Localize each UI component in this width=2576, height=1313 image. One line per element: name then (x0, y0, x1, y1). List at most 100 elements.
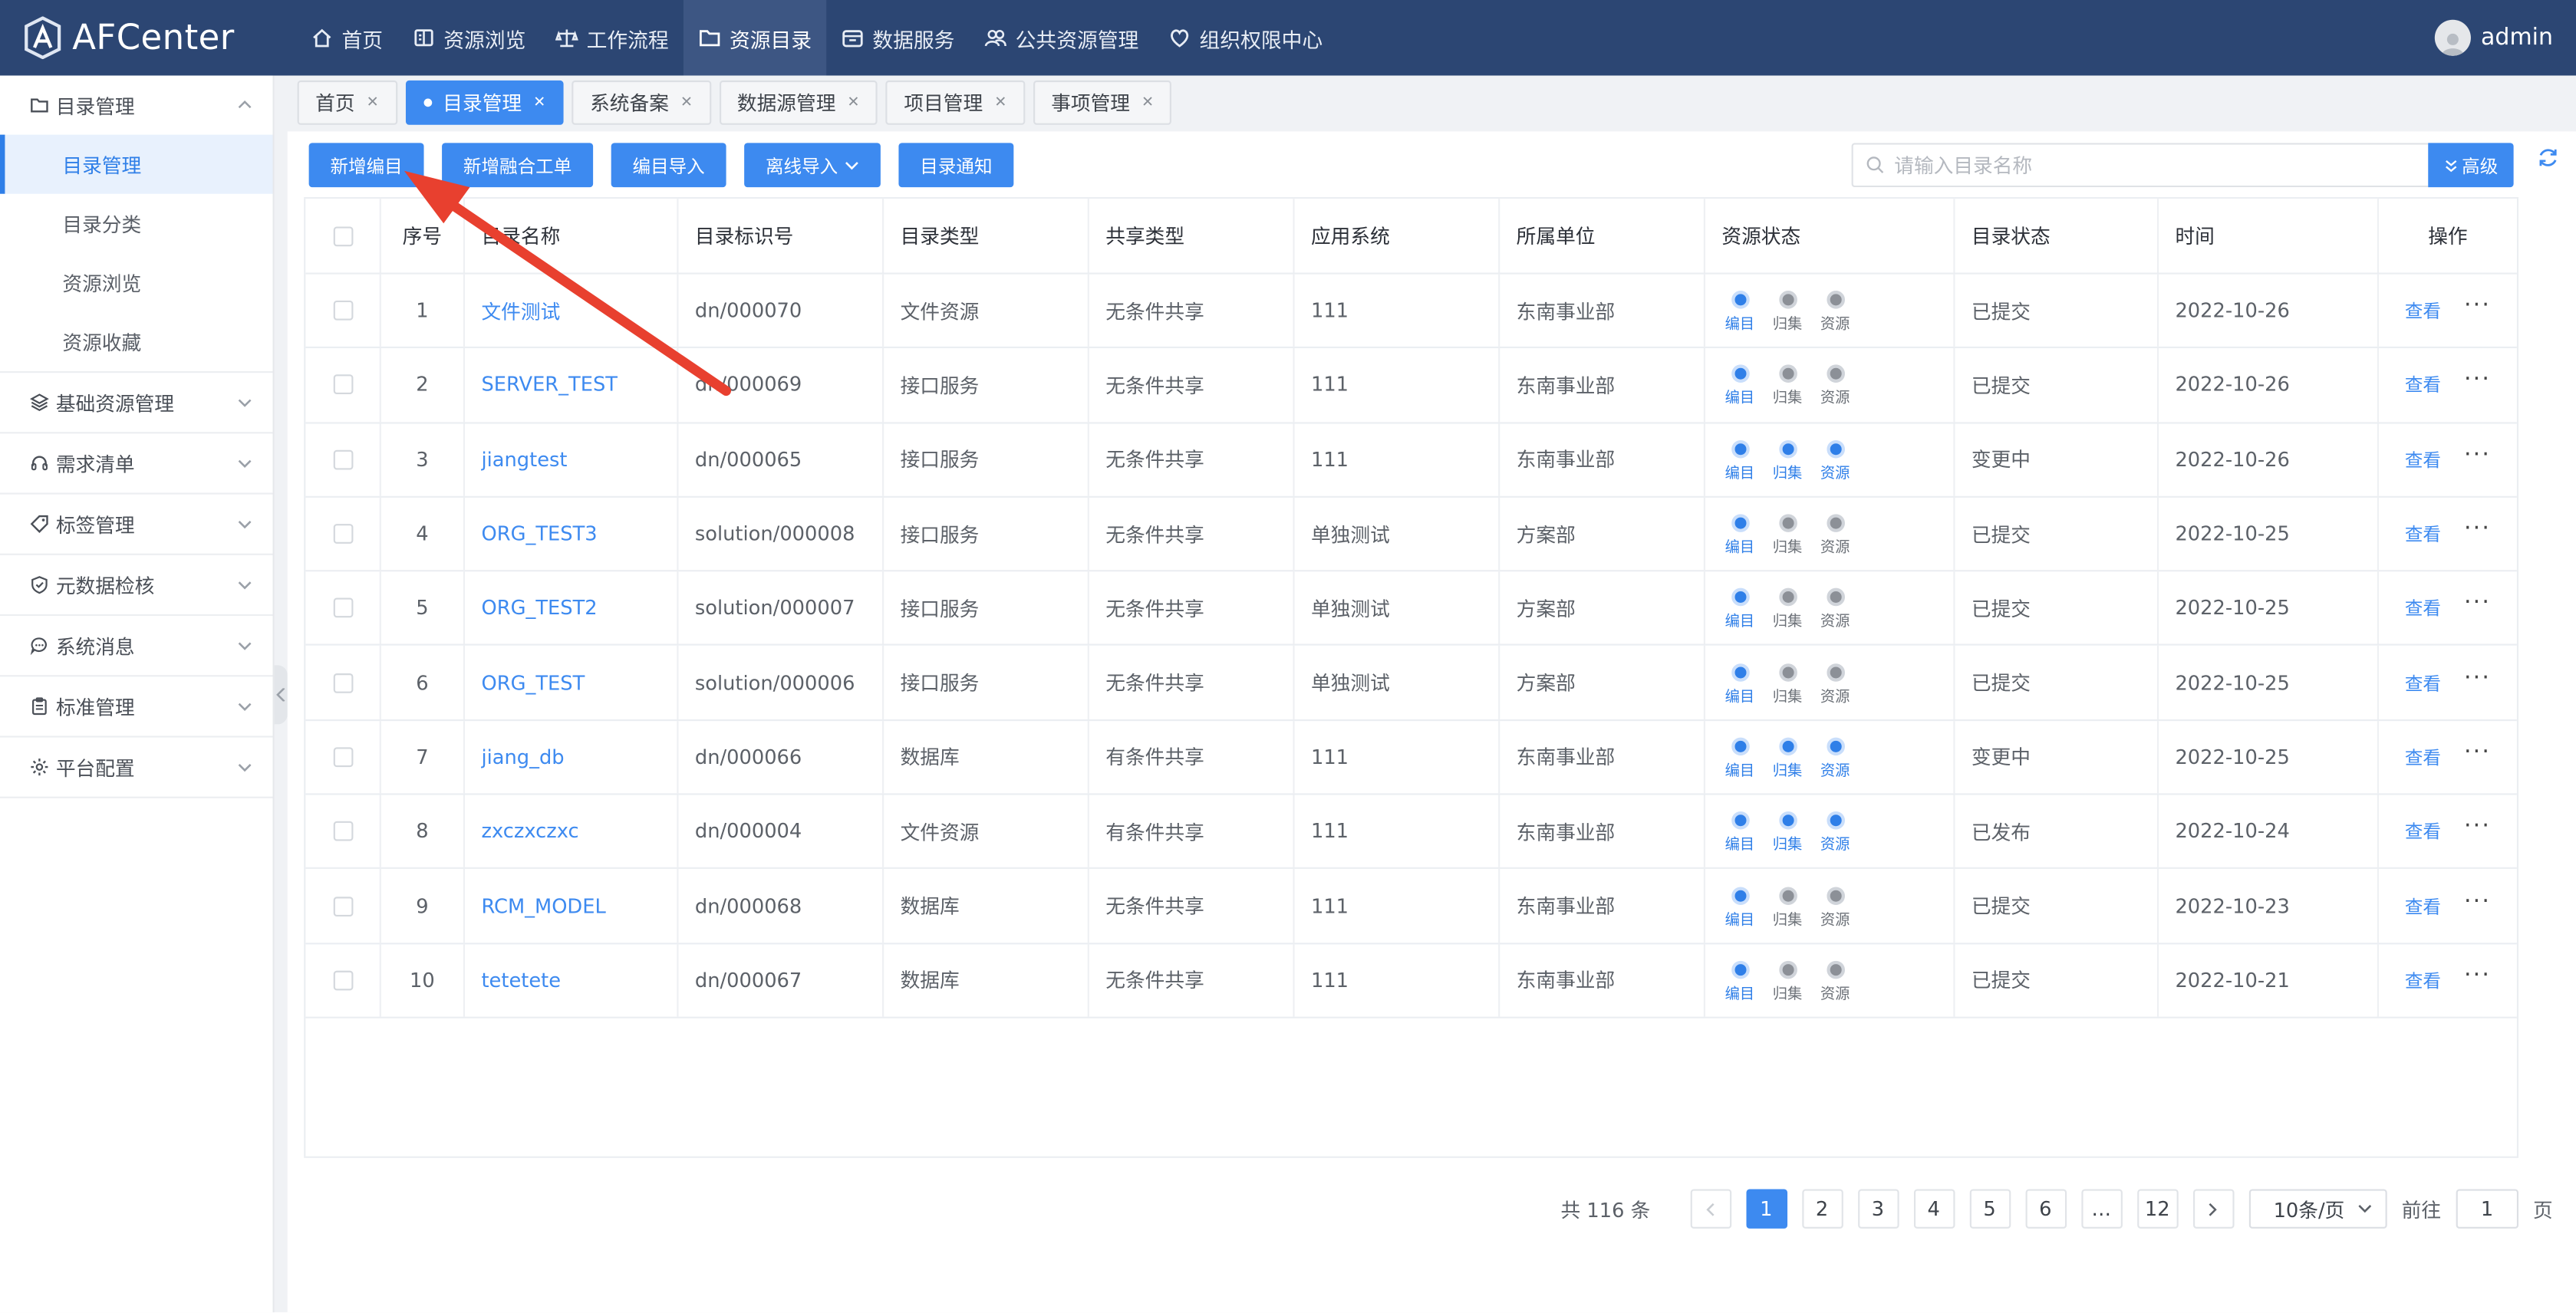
view-link[interactable]: 查看 (2405, 372, 2441, 398)
nav-item-5[interactable]: 数据服务 (826, 0, 969, 76)
next-page-button[interactable] (2192, 1189, 2235, 1229)
view-link[interactable]: 查看 (2405, 670, 2441, 696)
nav-item-2[interactable]: 资源浏览 (397, 0, 540, 76)
more-icon[interactable]: ··· (2464, 666, 2491, 689)
catalog-name-link[interactable]: SERVER_TEST (481, 373, 617, 397)
close-icon[interactable]: ✕ (367, 94, 379, 110)
column-header[interactable]: 序号 (381, 199, 466, 273)
view-link[interactable]: 查看 (2405, 298, 2441, 324)
sidebar-group-7[interactable]: 标准管理 (0, 676, 273, 735)
goto-page-input[interactable] (2456, 1189, 2518, 1229)
close-icon[interactable]: ✕ (680, 94, 693, 110)
sidebar-group-1[interactable]: 目录管理 (0, 76, 273, 135)
nav-item-1[interactable]: 首页 (295, 0, 397, 76)
tab-6[interactable]: 事项管理 ✕ (1033, 80, 1172, 125)
page-2-button[interactable]: 2 (1801, 1189, 1843, 1229)
close-icon[interactable]: ✕ (1141, 94, 1154, 110)
sidebar-item-1-1[interactable]: 目录管理 (0, 134, 273, 194)
catalog-name-link[interactable]: jiang_db (481, 745, 564, 768)
column-header[interactable]: 资源状态 (1705, 199, 1955, 273)
column-header[interactable]: 目录名称 (465, 199, 679, 273)
row-checkbox[interactable] (332, 970, 353, 990)
close-icon[interactable]: ✕ (994, 94, 1006, 110)
page-3-button[interactable]: 3 (1857, 1189, 1899, 1229)
view-link[interactable]: 查看 (2405, 521, 2441, 547)
row-checkbox[interactable] (332, 747, 353, 767)
column-header[interactable]: 目录类型 (884, 199, 1089, 273)
row-checkbox[interactable] (332, 821, 353, 841)
sidebar-item-1-3[interactable]: 资源浏览 (0, 253, 273, 312)
import-catalog-button[interactable]: 编目导入 (611, 143, 726, 188)
catalog-name-link[interactable]: ORG_TEST2 (481, 597, 597, 620)
row-checkbox[interactable] (332, 598, 353, 618)
column-header[interactable]: 目录标识号 (678, 199, 884, 273)
sidebar-group-6[interactable]: 系统消息 (0, 616, 273, 675)
page-1-button[interactable]: 1 (1745, 1189, 1787, 1229)
catalog-name-link[interactable]: 文件测试 (481, 297, 560, 324)
prev-page-button[interactable] (1689, 1189, 1731, 1229)
page-4-button[interactable]: 4 (1912, 1189, 1955, 1229)
nav-item-4[interactable]: 资源目录 (683, 0, 827, 76)
view-link[interactable]: 查看 (2405, 744, 2441, 770)
column-header[interactable]: 共享类型 (1089, 199, 1295, 273)
advanced-search-button[interactable]: 高级 (2428, 143, 2514, 188)
page-5-button[interactable]: 5 (1968, 1189, 2011, 1229)
page-6-button[interactable]: 6 (2024, 1189, 2067, 1229)
page-ellipsis-button[interactable]: … (2080, 1189, 2122, 1229)
offline-import-button[interactable]: 离线导入 (744, 143, 881, 188)
sidebar-group-8[interactable]: 平台配置 (0, 738, 273, 797)
sidebar-group-5[interactable]: 元数据检核 (0, 555, 273, 614)
more-icon[interactable]: ··· (2464, 592, 2491, 615)
more-icon[interactable]: ··· (2464, 295, 2491, 318)
column-header[interactable]: 目录状态 (1955, 199, 2159, 273)
tab-4[interactable]: 数据源管理 ✕ (719, 80, 878, 125)
view-link[interactable]: 查看 (2405, 893, 2441, 919)
nav-item-7[interactable]: 组织权限中心 (1154, 0, 1338, 76)
tab-3[interactable]: 系统备案 ✕ (572, 80, 711, 125)
catalog-notify-button[interactable]: 目录通知 (898, 143, 1014, 188)
refresh-icon[interactable] (2537, 146, 2560, 169)
sidebar-item-1-2[interactable]: 目录分类 (0, 194, 273, 253)
column-header[interactable]: 应用系统 (1295, 199, 1500, 273)
row-checkbox[interactable] (332, 301, 353, 321)
catalog-name-link[interactable]: RCM_MODEL (481, 894, 605, 917)
close-icon[interactable]: ✕ (533, 94, 545, 110)
tab-2[interactable]: 目录管理 ✕ (405, 80, 564, 125)
view-link[interactable]: 查看 (2405, 446, 2441, 472)
row-checkbox[interactable] (332, 896, 353, 916)
new-catalog-button[interactable]: 新增编目 (308, 143, 424, 188)
row-checkbox[interactable] (332, 375, 353, 395)
catalog-name-link[interactable]: tetetete (481, 969, 561, 992)
catalog-name-link[interactable]: zxczxczxc (481, 820, 578, 843)
sidebar-item-1-4[interactable]: 资源收藏 (0, 312, 273, 371)
user-menu[interactable]: admin (2435, 0, 2553, 76)
page-size-select[interactable]: 10条/页 (2248, 1189, 2387, 1229)
nav-item-6[interactable]: 公共资源管理 (970, 0, 1154, 76)
search-input[interactable] (1894, 153, 2387, 177)
row-checkbox[interactable] (332, 673, 353, 693)
close-icon[interactable]: ✕ (847, 94, 859, 110)
sidebar-group-4[interactable]: 标签管理 (0, 495, 273, 554)
more-icon[interactable]: ··· (2464, 369, 2491, 392)
view-link[interactable]: 查看 (2405, 967, 2441, 993)
more-icon[interactable]: ··· (2464, 890, 2491, 913)
view-link[interactable]: 查看 (2405, 818, 2441, 844)
column-header[interactable]: 所属单位 (1500, 199, 1705, 273)
more-icon[interactable]: ··· (2464, 518, 2491, 541)
sidebar-group-3[interactable]: 需求清单 (0, 433, 273, 492)
sidebar-collapse-handle[interactable] (274, 665, 288, 725)
view-link[interactable]: 查看 (2405, 595, 2441, 621)
new-merge-ticket-button[interactable]: 新增融合工单 (442, 143, 594, 188)
catalog-name-link[interactable]: jiangtest (481, 448, 567, 471)
app-logo[interactable]: AFCenter (23, 13, 235, 62)
select-all-checkbox[interactable] (332, 225, 353, 246)
tab-5[interactable]: 项目管理 ✕ (885, 80, 1025, 125)
sidebar-group-2[interactable]: 基础资源管理 (0, 373, 273, 432)
tab-1[interactable]: 首页 ✕ (297, 80, 397, 125)
more-icon[interactable]: ··· (2464, 964, 2491, 987)
nav-item-3[interactable]: 工作流程 (541, 0, 684, 76)
catalog-name-link[interactable]: ORG_TEST (481, 671, 585, 694)
row-checkbox[interactable] (332, 524, 353, 544)
column-header[interactable]: 时间 (2159, 199, 2380, 273)
catalog-name-link[interactable]: ORG_TEST3 (481, 522, 597, 545)
